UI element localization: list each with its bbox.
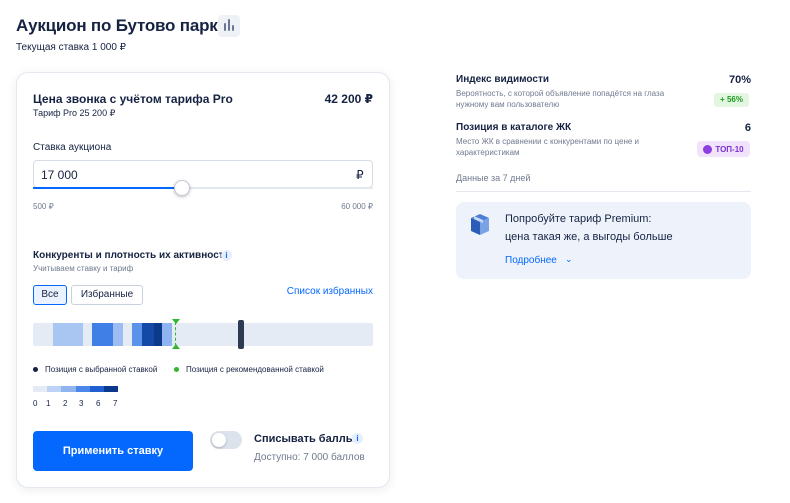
scale-label: 2: [63, 399, 68, 408]
visibility-index-title: Индекс видимости: [456, 74, 549, 85]
competitors-subtitle: Учитываем ставку и тариф: [33, 264, 134, 273]
scale-swatch: [103, 386, 119, 392]
bid-field-label: Ставка аукциона: [33, 142, 112, 153]
data-period: Данные за 7 дней: [456, 173, 531, 183]
bid-slider-handle[interactable]: [174, 180, 190, 196]
competitors-title: Конкуренты и плотность их активности: [33, 250, 230, 261]
selected-dot-icon: [33, 367, 38, 372]
top-badge-icon: [703, 144, 713, 154]
visibility-index-value: 70%: [728, 74, 751, 86]
recommended-marker-top-icon: [172, 319, 180, 324]
competitor-density-bar: [33, 323, 373, 346]
scale-label: 6: [96, 399, 101, 408]
bid-input[interactable]: [33, 160, 373, 188]
top10-badge-label: ТОП-10: [715, 144, 744, 154]
visibility-change-badge: + 56%: [714, 93, 749, 107]
density-segment: [154, 323, 162, 346]
ruble-icon: ₽: [356, 168, 364, 182]
apply-bid-button[interactable]: Применить ставку: [33, 431, 193, 471]
scale-label: 3: [79, 399, 84, 408]
density-segment: [92, 323, 113, 346]
points-label: Списывать баллы: [254, 433, 356, 445]
catalog-position-title: Позиция в каталоге ЖК: [456, 122, 572, 133]
scale-swatch: [33, 386, 48, 392]
bid-slider-fill: [33, 187, 182, 189]
tab-all[interactable]: Все: [33, 285, 67, 305]
divider: [456, 191, 751, 192]
scale-label: 1: [46, 399, 51, 408]
promo-line-2: цена такая же, а выгоды больше: [505, 231, 673, 243]
top10-badge: ТОП-10: [697, 141, 750, 157]
scale-swatch: [47, 386, 62, 392]
legend-selected: Позиция с выбранной ставкой: [45, 365, 158, 374]
selected-position-marker[interactable]: [238, 320, 244, 349]
recommended-marker-bottom-icon: [172, 344, 180, 349]
scale-swatch: [75, 386, 90, 392]
scale-swatch: [61, 386, 76, 392]
call-price-value: 42 200 ₽: [324, 92, 373, 106]
density-segment: [142, 323, 154, 346]
catalog-position-description: Место ЖК в сравнении с конкурентами по ц…: [456, 137, 639, 157]
bid-min-label: 500 ₽: [33, 202, 54, 211]
chevron-down-icon[interactable]: ⌄: [565, 254, 573, 265]
recommended-position-line: [175, 322, 176, 346]
current-bid-text: Текущая ставка 1 000 ₽: [16, 42, 127, 53]
scale-label: 7: [113, 399, 118, 408]
premium-box-icon: [471, 214, 489, 235]
bid-input-value[interactable]: 17 000: [41, 168, 78, 182]
density-segment: [132, 323, 142, 346]
promo-more-link[interactable]: Подробнее: [505, 255, 557, 266]
density-segment: [53, 323, 83, 346]
info-icon[interactable]: i: [221, 250, 232, 261]
bar-chart-icon[interactable]: [218, 15, 240, 37]
density-scale: [33, 386, 119, 392]
bid-max-label: 60 000 ₽: [341, 202, 373, 211]
visibility-index-description: Вероятность, с которой объявление попадё…: [456, 89, 665, 109]
tariff-price-text: Тариф Pro 25 200 ₽: [33, 108, 116, 118]
density-segment: [162, 323, 172, 346]
scale-swatch: [89, 386, 104, 392]
page-title: Аукцион по Бутово парк 2: [16, 16, 232, 35]
info-icon[interactable]: i: [352, 433, 363, 444]
recommended-dot-icon: [174, 367, 179, 372]
auction-card: [16, 72, 390, 488]
tab-favorites[interactable]: Избранные: [71, 285, 143, 305]
points-available: Доступно: 7 000 баллов: [254, 452, 365, 463]
catalog-position-value: 6: [744, 122, 751, 134]
scale-label: 0: [33, 399, 38, 408]
favorites-list-link[interactable]: Список избранных: [260, 286, 373, 297]
call-price-label: Цена звонка с учётом тарифа Pro: [33, 92, 233, 106]
points-toggle-knob[interactable]: [212, 433, 226, 447]
promo-line-1: Попробуйте тариф Premium:: [505, 213, 652, 225]
density-segment: [113, 323, 123, 346]
legend-recommended: Позиция с рекомендованной ставкой: [186, 365, 324, 374]
